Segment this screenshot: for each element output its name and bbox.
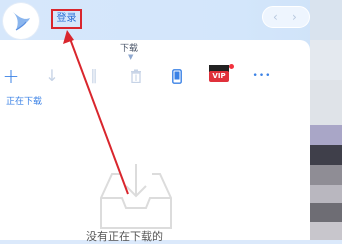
annotation-arrow [63,30,129,195]
